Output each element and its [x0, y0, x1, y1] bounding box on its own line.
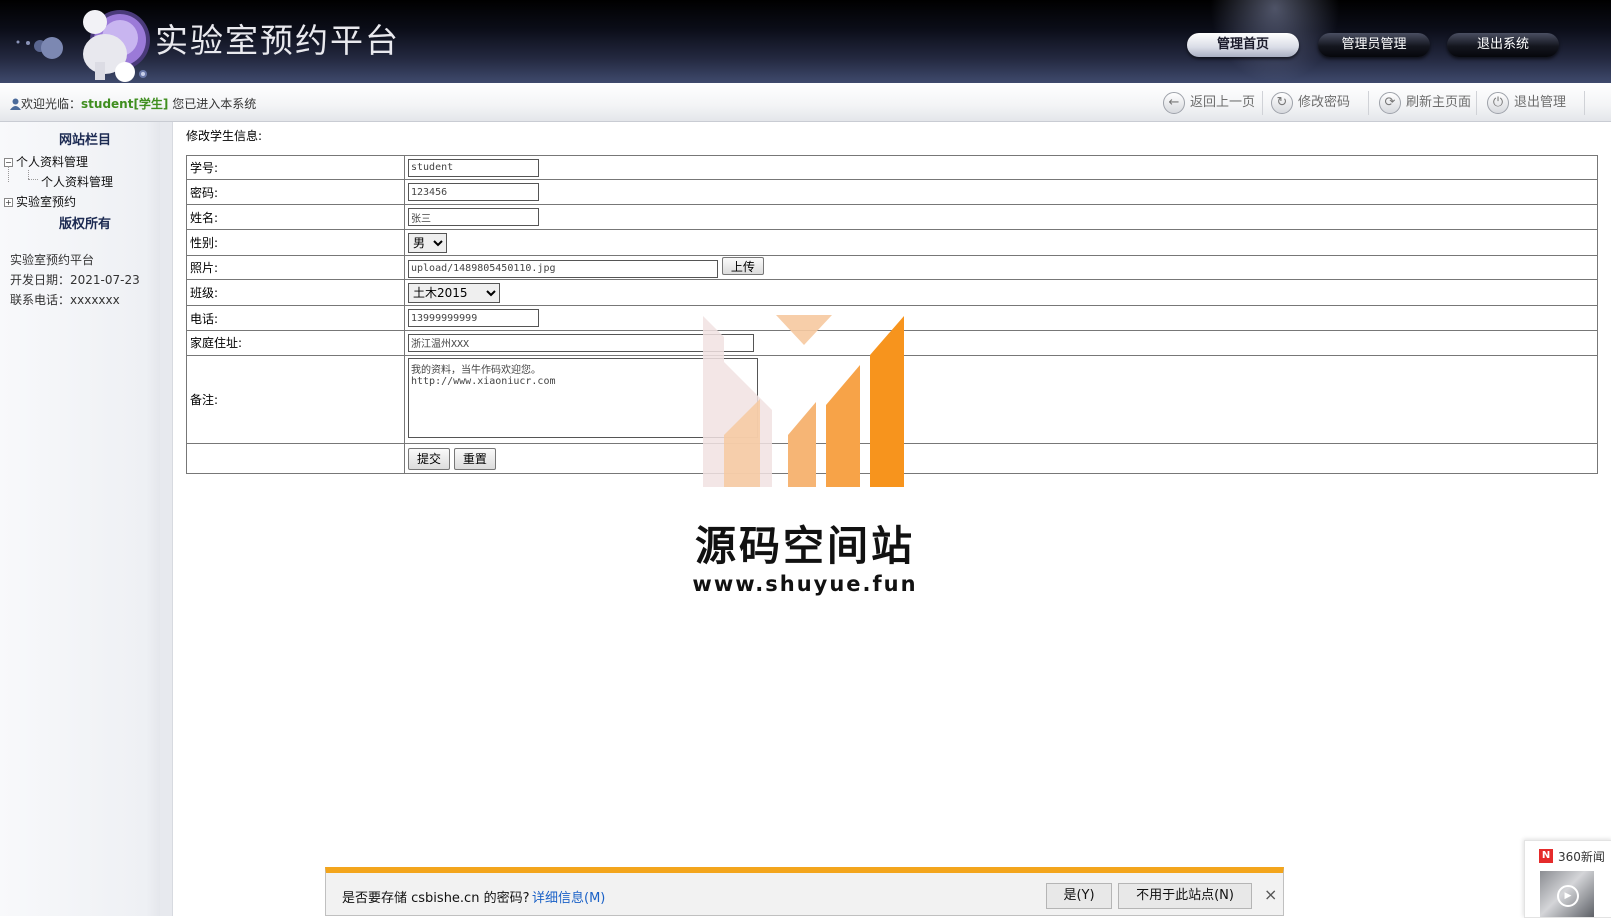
- sidebar-heading: 网站栏目: [58, 133, 111, 148]
- address-label: 家庭住址:: [186, 330, 405, 356]
- student-id-input[interactable]: [408, 158, 539, 177]
- class-cell: 土木2015: [404, 279, 1598, 306]
- phone-cell: [404, 304, 1598, 332]
- form-row: 学号:: [186, 154, 1598, 181]
- password-never-button[interactable]: 不用于此站点(N): [1118, 883, 1252, 909]
- toolbar-divider: [1262, 91, 1263, 115]
- remark-label: 备注:: [186, 354, 405, 445]
- nav-admin-button[interactable]: 管理员管理: [1318, 33, 1430, 57]
- phone-label: 电话:: [186, 304, 405, 332]
- form-row: 性别: 男: [186, 229, 1598, 256]
- welcome-user: student[学生]: [81, 97, 169, 111]
- toolbar-divider: [1368, 91, 1369, 115]
- logo-icon: [16, 10, 150, 82]
- phone-input[interactable]: [408, 309, 539, 327]
- student-id-cell: [404, 154, 1598, 181]
- refresh-label: 刷新主页面: [1406, 95, 1472, 110]
- close-icon[interactable]: ×: [1264, 885, 1277, 904]
- welcome-text: 欢迎光临：student[学生] 您已进入本系统: [10, 95, 256, 112]
- welcome-suffix: 您已进入本系统: [168, 97, 257, 111]
- actions-cell: 提交 重置: [404, 443, 1598, 474]
- tree-item-profile-label: 个人资料管理: [16, 155, 89, 169]
- password-details-link[interactable]: 详细信息(M): [532, 887, 605, 906]
- user-icon: [10, 98, 21, 110]
- remark-cell: 我的资料，当牛作码欢迎您。 http://www.xiaoniucr.com: [404, 354, 1598, 445]
- header: 实验室预约平台 管理首页 管理员管理 退出系统: [0, 0, 1611, 83]
- photo-path-input[interactable]: [408, 259, 718, 278]
- gender-select[interactable]: 男: [408, 232, 447, 253]
- news-logo-icon: N: [1539, 849, 1553, 863]
- sidebar: 网站栏目 − 个人资料管理 个人资料管理 + 实验室预约 版权所有 实验室预约平台 …: [0, 122, 173, 916]
- nav-logout-button[interactable]: 退出系统: [1447, 33, 1559, 57]
- change-password-link[interactable]: ↻ 修改密码: [1271, 91, 1350, 115]
- password-input[interactable]: [408, 183, 539, 202]
- upload-button[interactable]: 上传: [721, 257, 764, 276]
- toolbar-divider: [1476, 91, 1477, 115]
- power-icon: ⏻: [1487, 91, 1509, 114]
- refresh-g-icon: ↻: [1271, 91, 1293, 114]
- name-cell: [404, 203, 1598, 231]
- site-title: 实验室预约平台: [155, 21, 400, 60]
- form-title: 修改学生信息:: [186, 129, 263, 143]
- nav-home-button[interactable]: 管理首页: [1187, 33, 1299, 57]
- phone-info: 联系电话：xxxxxxx: [10, 291, 120, 308]
- student-id-label: 学号:: [186, 154, 405, 181]
- welcome-prefix: 欢迎光临：: [21, 97, 82, 111]
- class-select[interactable]: 土木2015: [408, 282, 500, 303]
- class-label: 班级:: [186, 279, 405, 306]
- sidebar-strip: [160, 122, 172, 916]
- reset-button[interactable]: 重置: [453, 447, 496, 470]
- tree-subitem-profile[interactable]: 个人资料管理: [41, 173, 113, 190]
- watermark-title: 源码空间站: [695, 522, 915, 570]
- logout-link[interactable]: ⏻ 退出管理: [1487, 91, 1566, 115]
- copyright-heading: 版权所有: [58, 217, 111, 232]
- form-row: 姓名:: [186, 203, 1598, 231]
- tree-item-lab-booking-label: 实验室预约: [16, 195, 77, 209]
- site-name-info: 实验室预约平台: [10, 253, 95, 267]
- welcome-bar: 欢迎光临：student[学生] 您已进入本系统 ← 返回上一页 ↻ 修改密码 ⟳ 刷…: [0, 83, 1611, 122]
- password-cell: [404, 179, 1598, 205]
- password-prompt: 是否要存储 csbishe.cn 的密码?: [342, 891, 530, 906]
- dev-date-label: 开发日期：: [10, 273, 71, 287]
- refresh-icon: ⟳: [1379, 91, 1401, 114]
- dev-date-info: 开发日期：2021-07-23: [10, 271, 140, 288]
- phone-info-label: 联系电话：: [10, 293, 71, 307]
- name-input[interactable]: [408, 208, 539, 227]
- gender-cell: 男: [404, 229, 1598, 256]
- tree-line: [28, 170, 30, 179]
- change-password-label: 修改密码: [1298, 95, 1351, 110]
- empty-cell: [186, 443, 405, 474]
- toolbar-divider: [1584, 91, 1585, 115]
- form-row: 班级: 土木2015: [186, 279, 1598, 306]
- phone-info-value: xxxxxxx: [70, 293, 120, 307]
- expand-icon[interactable]: +: [4, 198, 13, 207]
- submit-button[interactable]: 提交: [408, 447, 451, 470]
- play-icon[interactable]: ▶: [1557, 885, 1579, 907]
- back-label: 返回上一页: [1190, 95, 1256, 110]
- password-yes-button[interactable]: 是(Y): [1046, 883, 1112, 909]
- form-row: 照片: 上传: [186, 254, 1598, 281]
- password-save-bar: 是否要存储 csbishe.cn 的密码? 详细信息(M) 是(Y) 不用于此站…: [325, 867, 1284, 916]
- tree-line: [28, 179, 38, 181]
- tree-item-profile[interactable]: − 个人资料管理: [4, 153, 88, 170]
- logout-label: 退出管理: [1514, 95, 1567, 110]
- tree-line: [8, 166, 10, 182]
- dev-date-value: 2021-07-23: [70, 273, 140, 287]
- gender-label: 性别:: [186, 229, 405, 256]
- refresh-link[interactable]: ⟳ 刷新主页面: [1379, 91, 1471, 115]
- back-link[interactable]: ← 返回上一页: [1163, 91, 1255, 115]
- name-label: 姓名:: [186, 203, 405, 231]
- back-arrow-icon: ←: [1163, 91, 1185, 114]
- password-label: 密码:: [186, 179, 405, 205]
- news-popup[interactable]: N 360新闻 ▶: [1524, 840, 1611, 918]
- photo-label: 照片:: [186, 254, 405, 281]
- news-label: 360新闻: [1558, 850, 1605, 864]
- form-row: 密码:: [186, 179, 1598, 205]
- watermark-url: www.shuyue.fun: [692, 572, 918, 596]
- photo-cell: 上传: [404, 254, 1598, 281]
- tree-item-lab-booking[interactable]: + 实验室预约: [4, 193, 76, 210]
- address-cell: [404, 330, 1598, 356]
